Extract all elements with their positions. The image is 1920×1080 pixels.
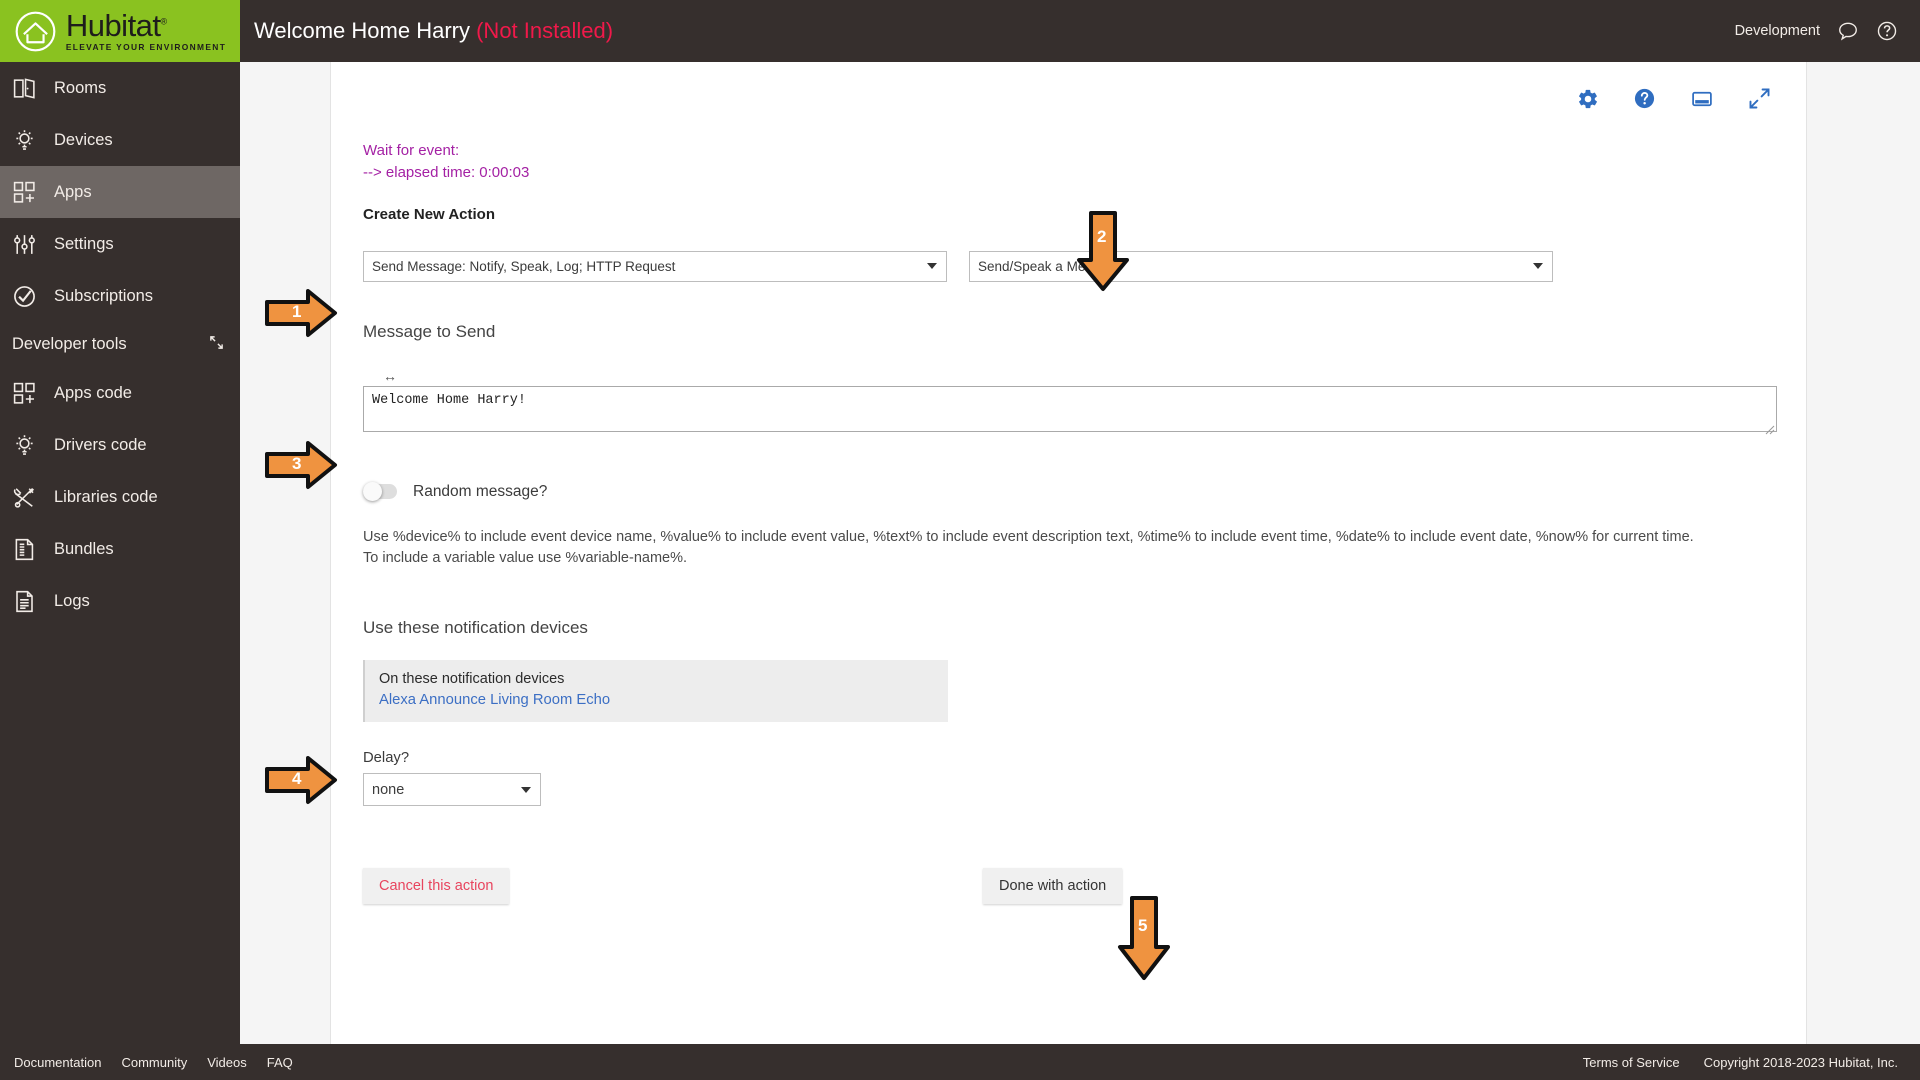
sidebar-item-devices[interactable]: Devices (0, 114, 240, 166)
sidebar-item-apps-code[interactable]: Apps code (0, 367, 240, 419)
wait-elapsed-line: --> elapsed time: 0:00:03 (363, 163, 530, 181)
registered-mark: ® (160, 16, 168, 27)
notification-device-box-title: On these notification devices (379, 671, 565, 687)
sidebar-item-subscriptions[interactable]: Subscriptions (0, 270, 240, 322)
sidebar-item-settings[interactable]: Settings (0, 218, 240, 270)
notification-device-link[interactable]: Alexa Announce Living Room Echo (379, 692, 936, 708)
apps-icon (10, 178, 38, 206)
help-circle-icon[interactable] (1876, 20, 1898, 42)
sidebar-item-libraries-code[interactable]: Libraries code (0, 471, 240, 523)
footer-copyright: Copyright 2018-2023 Hubitat, Inc. (1703, 1054, 1898, 1070)
logs-icon (10, 587, 38, 615)
annotation-arrow-3: 3 (264, 440, 338, 490)
top-bar: Welcome Home Harry (Not Installed) Devel… (240, 0, 1920, 62)
sidebar-item-apps[interactable]: Apps (0, 166, 240, 218)
install-state-badge: (Not Installed) (476, 18, 614, 43)
create-new-action-heading: Create New Action (363, 205, 495, 223)
sidebar-section-label: Developer tools (12, 335, 127, 353)
notification-devices-heading: Use these notification devices (363, 618, 588, 637)
action-editor-card: Wait for event: --> elapsed time: 0:00:0… (330, 62, 1807, 1047)
help-line-2: To include a variable value use %variabl… (363, 550, 688, 567)
wait-event-line: Wait for event: (363, 142, 460, 159)
footer-link-community[interactable]: Community (121, 1055, 187, 1070)
action-type-select[interactable]: Send Message: Notify, Speak, Log; HTTP R… (363, 250, 947, 282)
bundles-icon (10, 535, 38, 563)
rooms-icon (10, 74, 38, 102)
action-sub-select[interactable]: Send/Speak a Message (969, 250, 1553, 282)
sidebar-item-label: Libraries code (54, 487, 158, 506)
page-title-text: Welcome Home Harry (254, 18, 470, 43)
delay-label: Delay? (363, 750, 410, 766)
brand-name: Hubitat® (65, 8, 168, 44)
random-message-label: Random message? (413, 482, 548, 500)
subscriptions-icon (10, 282, 38, 310)
message-to-send-heading: Message to Send (363, 321, 496, 341)
footer-link-terms-of-service[interactable]: Terms of Service (1583, 1055, 1680, 1070)
chevron-down-icon (521, 786, 531, 793)
help-circle-icon[interactable] (1633, 87, 1656, 115)
footer-link-faq[interactable]: FAQ (267, 1055, 293, 1070)
random-message-toggle[interactable] (363, 482, 397, 501)
chevron-down-icon (927, 263, 937, 269)
action-select-row: Send Message: Notify, Speak, Log; HTTP R… (363, 250, 1774, 282)
sidebar-item-label: Drivers code (54, 435, 147, 454)
footer-link-documentation[interactable]: Documentation (14, 1055, 101, 1070)
done-with-action-button[interactable]: Done with action (983, 868, 1123, 904)
sidebar-item-label: Apps code (54, 383, 132, 402)
substitution-help-text: Use %device% to include event device nam… (363, 527, 1774, 571)
message-textarea[interactable] (363, 385, 1777, 432)
annotation-arrow-1: 1 (264, 288, 338, 338)
sidebar-item-rooms[interactable]: Rooms (0, 62, 240, 114)
annotation-arrow-4: 4 (264, 755, 338, 805)
sidebar-item-label: Devices (54, 130, 113, 149)
delay-select[interactable]: none (363, 773, 541, 806)
sidebar-item-logs[interactable]: Logs (0, 575, 240, 627)
apps-code-icon (10, 379, 38, 407)
devices-icon (10, 126, 38, 154)
environment-label: Development (1734, 23, 1820, 39)
expand-icon[interactable] (1748, 87, 1771, 115)
brand-logo[interactable]: Hubitat® ELEVATE YOUR ENVIRONMENT (0, 0, 240, 62)
annotation-arrow-5: 5 (1117, 895, 1171, 981)
sidebar-item-label: Apps (54, 182, 92, 201)
brand-tagline: ELEVATE YOUR ENVIRONMENT (65, 42, 227, 53)
delay-select-value: none (372, 781, 405, 798)
sidebar-item-label: Rooms (54, 78, 107, 97)
gear-icon[interactable] (1577, 88, 1599, 115)
action-type-select-value: Send Message: Notify, Speak, Log; HTTP R… (372, 258, 676, 274)
footer: Documentation Community Videos FAQ Terms… (0, 1044, 1920, 1080)
drivers-code-icon (10, 431, 38, 459)
collapse-icon[interactable] (209, 335, 224, 354)
action-buttons-row: Cancel this action Done with action (363, 868, 1774, 904)
sidebar-item-bundles[interactable]: Bundles (0, 523, 240, 575)
random-message-row: Random message? (363, 482, 1774, 501)
app-root: Hubitat® ELEVATE YOUR ENVIRONMENT Rooms (0, 0, 1920, 1080)
sidebar-item-label: Logs (54, 591, 90, 610)
chevron-down-icon (1533, 263, 1543, 269)
sidebar: Hubitat® ELEVATE YOUR ENVIRONMENT Rooms (0, 0, 240, 1080)
annotation-arrow-2: 2 (1076, 210, 1130, 292)
notification-device-box[interactable]: On these notification devices Alexa Anno… (363, 660, 948, 722)
sidebar-item-label: Subscriptions (54, 286, 154, 305)
resize-handle-icon[interactable]: ↔ (383, 368, 1774, 384)
help-line-1: Use %device% to include event device nam… (363, 528, 1694, 545)
sidebar-item-label: Bundles (54, 539, 114, 558)
sidebar-item-label: Settings (54, 234, 114, 253)
cancel-this-action-button[interactable]: Cancel this action (363, 868, 510, 904)
page-title: Welcome Home Harry (Not Installed) (254, 18, 613, 44)
libraries-code-icon (10, 483, 38, 511)
card-toolbar (331, 62, 1806, 118)
sidebar-item-drivers-code[interactable]: Drivers code (0, 419, 240, 471)
chat-icon[interactable] (1837, 20, 1859, 42)
sidebar-section-developer-tools[interactable]: Developer tools (0, 322, 240, 367)
settings-icon (10, 230, 38, 258)
display-icon[interactable] (1690, 88, 1714, 115)
footer-link-videos[interactable]: Videos (207, 1055, 247, 1070)
wait-for-event-status: Wait for event: --> elapsed time: 0:00:0… (363, 140, 1774, 184)
hubitat-house-logo-icon (14, 10, 57, 53)
